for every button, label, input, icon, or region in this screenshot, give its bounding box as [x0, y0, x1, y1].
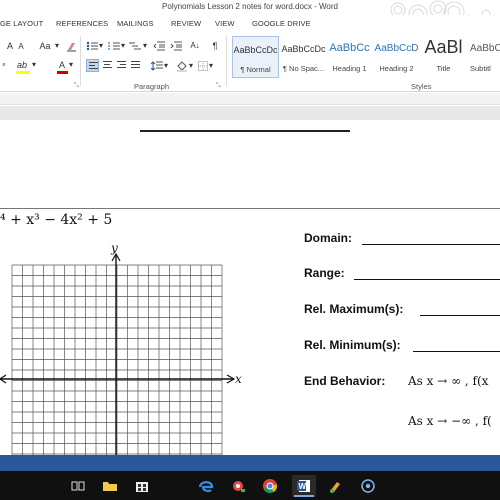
- coordinate-grid: y x: [0, 245, 242, 455]
- font-color-button[interactable]: A ▾: [56, 58, 76, 74]
- shrink-font-button[interactable]: A: [16, 40, 26, 54]
- subscript-fragment-icon[interactable]: ᵉ: [0, 59, 8, 73]
- align-center-button[interactable]: [101, 59, 114, 72]
- style-name: Heading 2: [379, 64, 414, 73]
- justify-button[interactable]: [129, 59, 142, 72]
- style-title[interactable]: AaBl Title: [420, 36, 467, 78]
- edge-browser-icon[interactable]: [194, 475, 218, 497]
- end-behavior-negative: As x → −∞ , f(: [408, 414, 492, 428]
- taskbar: W: [0, 471, 500, 500]
- rel-maximum-label: Rel. Maximum(s):: [304, 302, 404, 316]
- tab-view[interactable]: VIEW: [215, 19, 235, 28]
- style-subtitle[interactable]: AaBbC Subtitl: [466, 36, 500, 78]
- style-sample: AaBbCcDc: [233, 45, 278, 55]
- style-name: Heading 1: [332, 64, 367, 73]
- x-axis-label: x: [235, 372, 242, 386]
- style-name: Title: [436, 64, 451, 73]
- paragraph-group-label: Paragraph: [134, 82, 170, 91]
- increase-indent-icon[interactable]: [170, 41, 182, 51]
- file-explorer-icon[interactable]: [98, 475, 122, 497]
- style-name: Subtitl: [470, 64, 491, 73]
- task-view-icon[interactable]: [66, 475, 90, 497]
- line-spacing-icon[interactable]: [151, 61, 163, 71]
- chevron-down-icon: ▾: [31, 60, 36, 69]
- status-bar: [0, 455, 500, 471]
- horizontal-rule: [140, 130, 350, 132]
- style-sample: AaBbCcDc: [281, 44, 326, 54]
- borders-icon[interactable]: [198, 61, 208, 71]
- media-app-icon[interactable]: [226, 475, 250, 497]
- word-icon[interactable]: W: [292, 475, 316, 497]
- rel-maximum-blank[interactable]: [420, 315, 500, 316]
- style-normal[interactable]: AaBbCcDc ¶ Normal: [232, 36, 279, 78]
- ruler: [0, 93, 500, 105]
- decrease-indent-icon[interactable]: [153, 41, 165, 51]
- style-sample: AaBbC: [470, 43, 500, 54]
- clear-formatting-icon[interactable]: [66, 41, 77, 52]
- style-heading-2[interactable]: AaBbCcD Heading 2: [373, 36, 420, 78]
- tab-page-layout[interactable]: GE LAYOUT: [0, 19, 43, 28]
- end-behavior-label: End Behavior:: [304, 374, 386, 388]
- sort-button[interactable]: A↓: [188, 39, 202, 53]
- shading-icon[interactable]: [176, 60, 188, 72]
- style-no-spacing[interactable]: AaBbCcDc ¶ No Spac...: [280, 36, 327, 78]
- ribbon: A A Aa ▾ ᵉ ab ▾ A ▾ ▾ ▾ ▾ A↓ ¶ ▾ ▾ ▾ ⤡ P…: [0, 32, 500, 92]
- style-sample: AaBl: [424, 37, 463, 57]
- highlight-color-swatch: [16, 71, 30, 74]
- chrome-icon[interactable]: [258, 475, 282, 497]
- document-background: [0, 106, 500, 120]
- font-color-label: A: [58, 60, 65, 70]
- screen-recorder-icon[interactable]: [356, 475, 380, 497]
- group-separator: [80, 36, 81, 86]
- group-separator: [226, 36, 227, 86]
- document-page[interactable]: ⁴ + x³ − 4x² + 5 Domain: Range: Rel. Max…: [0, 120, 500, 455]
- polynomial-equation: ⁴ + x³ − 4x² + 5: [0, 212, 113, 228]
- chevron-down-icon: ▾: [68, 60, 73, 69]
- range-blank[interactable]: [354, 279, 500, 280]
- domain-blank[interactable]: [362, 244, 500, 245]
- paint-app-icon[interactable]: [324, 475, 348, 497]
- highlight-label: ab: [16, 60, 27, 70]
- y-axis-label: y: [110, 245, 118, 255]
- font-color-swatch: [57, 71, 68, 74]
- ribbon-tab-bar: GE LAYOUT REFERENCES MAILINGS REVIEW VIE…: [0, 15, 500, 32]
- rel-minimum-label: Rel. Minimum(s):: [304, 338, 401, 352]
- style-name: ¶ No Spac...: [282, 64, 325, 73]
- tab-mailings[interactable]: MAILINGS: [117, 19, 154, 28]
- align-left-button[interactable]: [86, 59, 99, 72]
- tab-review[interactable]: REVIEW: [171, 19, 201, 28]
- tab-references[interactable]: REFERENCES: [56, 19, 108, 28]
- style-sample: AaBbCc: [329, 42, 370, 54]
- domain-label: Domain:: [304, 231, 352, 245]
- store-icon[interactable]: [130, 475, 154, 497]
- align-right-button[interactable]: [115, 59, 128, 72]
- style-heading-1[interactable]: AaBbCc Heading 1: [326, 36, 373, 78]
- svg-text:W: W: [299, 482, 307, 491]
- numbering-icon[interactable]: [108, 41, 120, 51]
- chevron-down-icon[interactable]: ▾: [54, 39, 60, 53]
- font-dialog-launcher-icon[interactable]: ⤡: [74, 83, 79, 90]
- chevron-down-icon[interactable]: ▾: [188, 59, 194, 73]
- rel-minimum-blank[interactable]: [413, 351, 500, 352]
- multilevel-list-icon[interactable]: [129, 41, 142, 51]
- section-divider: [0, 208, 500, 209]
- paragraph-dialog-launcher-icon[interactable]: ⤡: [216, 83, 221, 90]
- chevron-down-icon[interactable]: ▾: [98, 39, 104, 53]
- change-case-button[interactable]: Aa: [36, 39, 54, 53]
- end-behavior-positive: As x → ∞ , f(x: [408, 374, 489, 388]
- style-sample: AaBbCcD: [374, 43, 419, 54]
- tab-google-drive[interactable]: GOOGLE DRIVE: [252, 19, 311, 28]
- styles-group-label: Styles: [411, 82, 432, 91]
- style-name: ¶ Normal: [240, 65, 271, 74]
- chevron-down-icon[interactable]: ▾: [142, 39, 148, 53]
- grow-font-button[interactable]: A: [4, 39, 16, 53]
- chevron-down-icon[interactable]: ▾: [208, 59, 214, 73]
- grid-lines: [11, 264, 223, 455]
- range-label: Range:: [304, 266, 345, 280]
- show-formatting-marks-button[interactable]: ¶: [210, 39, 220, 53]
- bullets-icon[interactable]: [86, 41, 98, 51]
- text-effects-button[interactable]: ab ▾: [14, 58, 38, 74]
- chevron-down-icon[interactable]: ▾: [163, 59, 169, 73]
- chevron-down-icon[interactable]: ▾: [120, 39, 126, 53]
